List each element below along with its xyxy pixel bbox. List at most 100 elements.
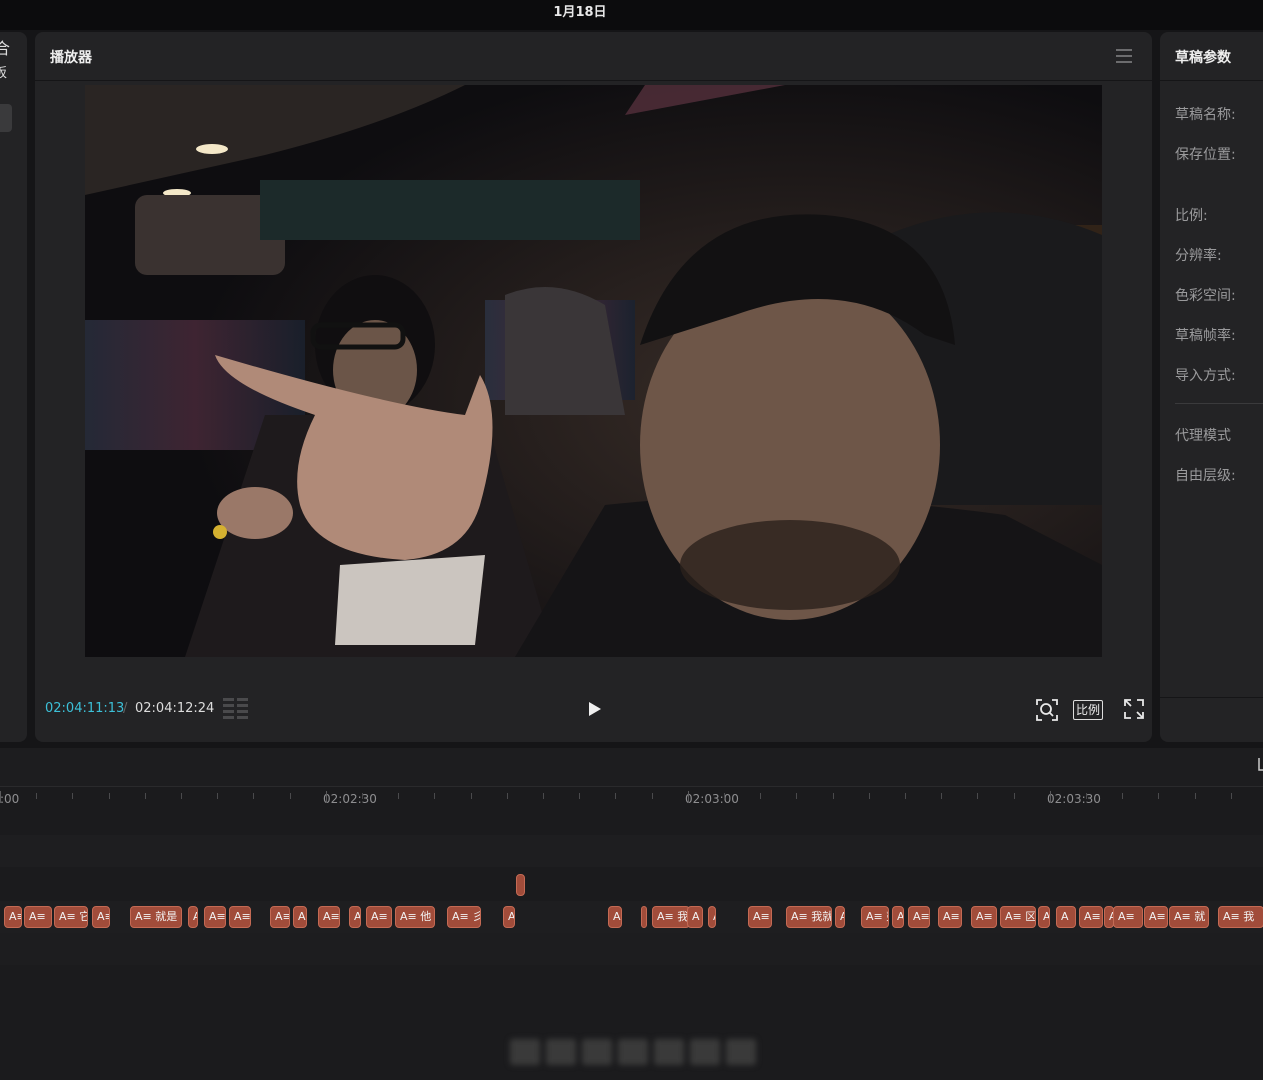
text-clip[interactable]: A [188, 906, 198, 928]
param-ratio: 比例: [1175, 208, 1208, 224]
left-panel-glyph[interactable]: 合 [0, 35, 10, 59]
fullscreen-icon[interactable] [1123, 698, 1145, 720]
text-clip[interactable]: A≡ [4, 906, 22, 928]
ruler-tick [1050, 791, 1051, 803]
text-clip[interactable]: A≡ [938, 906, 962, 928]
text-clip[interactable]: A≡ 彡 [447, 906, 481, 928]
player-title: 播放器 [50, 50, 92, 66]
ruler-tick [724, 793, 725, 799]
player-header: 播放器 [35, 32, 1152, 81]
grid-icon[interactable] [223, 698, 251, 720]
text-clip[interactable]: A [503, 906, 515, 928]
edge-handle-icon[interactable] [1257, 758, 1263, 776]
text-clip[interactable]: A [892, 906, 904, 928]
ruler-tick [905, 793, 906, 799]
params-divider [1175, 403, 1263, 404]
ruler-tick [434, 793, 435, 799]
text-clip[interactable]: A≡ [748, 906, 772, 928]
ruler-tick [1231, 793, 1232, 799]
ruler-tick [36, 793, 37, 799]
ruler-tick [615, 793, 616, 799]
left-panel-button[interactable] [0, 104, 12, 132]
text-track[interactable]: A≡A≡A≡ 它A≡A≡ 就是AA≡A≡A≡AA≡AA≡A≡ 他A≡ 彡AAAA… [0, 901, 1263, 933]
param-import-mode: 导入方式: [1175, 368, 1236, 384]
ruler-tick [471, 793, 472, 799]
ruler-label: :00 [0, 792, 20, 806]
ruler-tick [0, 791, 1, 803]
draft-params-panel: 草稿参数 草稿名称: 保存位置: 比例: 分辨率: 色彩空间: 草稿帧率: 导入… [1160, 32, 1263, 742]
text-clip[interactable]: A [1038, 906, 1050, 928]
text-clip[interactable]: A≡ 他 [395, 906, 435, 928]
text-clip[interactable]: A≡ [92, 906, 110, 928]
ruler-tick [181, 793, 182, 799]
text-clip[interactable]: A≡ 它 [54, 906, 88, 928]
text-clip[interactable]: A≡ [24, 906, 52, 928]
scan-zoom-icon[interactable] [1035, 698, 1059, 722]
ruler-tick [217, 793, 218, 799]
timeline-track[interactable] [0, 933, 1263, 965]
ruler-tick [398, 793, 399, 799]
total-timecode: 02:04:12:24 [135, 701, 215, 716]
text-clip[interactable]: A [608, 906, 622, 928]
text-clip[interactable]: A≡ [366, 906, 392, 928]
text-clip[interactable]: A≡ 区 [1000, 906, 1036, 928]
text-clip[interactable]: A≡ 就是 [130, 906, 182, 928]
text-clip[interactable]: A [293, 906, 307, 928]
ruler-tick [253, 793, 254, 799]
timeline-marker[interactable] [516, 874, 525, 896]
text-clip[interactable]: A≡ [908, 906, 930, 928]
video-preview[interactable] [85, 85, 1102, 657]
text-clip[interactable]: A [641, 906, 647, 928]
ruler-tick [760, 793, 761, 799]
timecode-separator: / [123, 701, 128, 716]
ruler-label: 02:02:30 [323, 792, 377, 806]
ruler-tick [543, 793, 544, 799]
text-clip[interactable]: A≡ [270, 906, 290, 928]
blurred-subtitle [510, 1039, 756, 1065]
text-clip[interactable]: A [687, 906, 703, 928]
text-clip[interactable]: A≡ [971, 906, 997, 928]
player-controls: 02:04:11:13 / 02:04:12:24 比例 [35, 692, 1152, 732]
text-clip[interactable]: A [835, 906, 845, 928]
text-clip[interactable]: A [349, 906, 361, 928]
ratio-button[interactable]: 比例 [1073, 700, 1104, 720]
text-clip[interactable]: A≡ [318, 906, 340, 928]
ruler-tick [507, 793, 508, 799]
ruler-tick [977, 793, 978, 799]
text-clip[interactable]: A≡ 我 [652, 906, 690, 928]
ruler-tick [869, 793, 870, 799]
ruler-tick [1195, 793, 1196, 799]
text-clip[interactable]: A≡ [1079, 906, 1103, 928]
params-footer-divider [1160, 697, 1263, 698]
top-bar: 1月18日 [0, 0, 1263, 30]
timeline-track[interactable] [0, 835, 1263, 867]
timeline-track[interactable] [0, 869, 1263, 901]
play-icon[interactable] [585, 700, 603, 718]
text-clip[interactable]: A≡ 我 [1218, 906, 1263, 928]
text-clip[interactable]: A≡ [1144, 906, 1168, 928]
video-frame [85, 85, 1102, 657]
params-header: 草稿参数 [1160, 32, 1263, 81]
text-clip[interactable]: A≡ 我就 [786, 906, 832, 928]
ruler-tick [796, 793, 797, 799]
text-clip[interactable]: A [1056, 906, 1076, 928]
text-clip[interactable]: A≡ [229, 906, 251, 928]
ruler-tick [290, 793, 291, 799]
ruler-tick [688, 791, 689, 803]
left-panel: 合 板 [0, 32, 27, 742]
ruler-tick [72, 793, 73, 799]
ruler-tick [1158, 793, 1159, 799]
ruler-tick [326, 791, 327, 803]
text-clip[interactable]: A≡ 彭 [861, 906, 889, 928]
timeline-ruler[interactable]: :00 02:02:30 02:03:00 02:03:30 [0, 787, 1263, 813]
menu-icon[interactable] [1116, 49, 1132, 63]
text-clip[interactable]: A [708, 906, 716, 928]
ruler-tick [145, 793, 146, 799]
param-save-location: 保存位置: [1175, 147, 1236, 163]
param-draft-name: 草稿名称: [1175, 107, 1236, 123]
text-clip[interactable]: A≡ [204, 906, 226, 928]
left-panel-label: 板 [0, 66, 8, 81]
text-clip[interactable]: A≡ 就 [1169, 906, 1209, 928]
text-clip[interactable]: A≡ [1113, 906, 1143, 928]
ruler-label: 02:03:00 [685, 792, 739, 806]
